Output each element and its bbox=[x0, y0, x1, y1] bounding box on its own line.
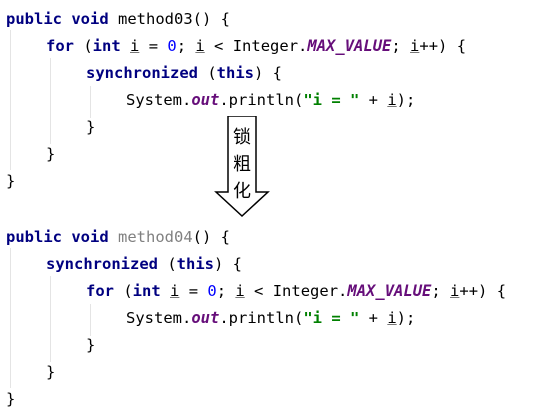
variable: i bbox=[410, 37, 420, 55]
keyword: public bbox=[6, 10, 62, 28]
code-line: synchronized (this) { bbox=[86, 62, 282, 84]
keyword: int bbox=[132, 282, 161, 300]
down-arrow: 锁粗化 bbox=[214, 115, 270, 218]
code-text: < Integer. bbox=[204, 37, 308, 55]
code-line: } bbox=[46, 361, 55, 383]
brace: } bbox=[6, 390, 16, 408]
string-literal: "i = " bbox=[303, 91, 360, 109]
brace: } bbox=[46, 145, 56, 163]
variable: i bbox=[387, 91, 397, 109]
constant: MAX_VALUE bbox=[307, 37, 392, 55]
code-text: ; bbox=[216, 282, 236, 300]
code-text: ); bbox=[396, 309, 416, 327]
arrow-label: 锁粗化 bbox=[233, 127, 251, 202]
keyword: synchronized bbox=[86, 64, 198, 82]
string-literal: "i = " bbox=[303, 309, 360, 327]
variable: i bbox=[195, 37, 205, 55]
code-text: System. bbox=[126, 91, 192, 109]
code-text: ); bbox=[396, 91, 416, 109]
code-line: System.out.println("i = " + i); bbox=[126, 89, 415, 111]
brace: } bbox=[46, 363, 56, 381]
code-line: } bbox=[6, 170, 15, 192]
code-text: < Integer. bbox=[244, 282, 348, 300]
code-line: synchronized (this) { bbox=[46, 253, 242, 275]
code-text: ) { bbox=[253, 64, 282, 82]
code-text: System. bbox=[126, 309, 192, 327]
keyword: int bbox=[92, 37, 121, 55]
variable: i bbox=[170, 282, 180, 300]
code-line: } bbox=[86, 116, 95, 138]
keyword: void bbox=[71, 228, 109, 246]
code-line: for (int i = 0; i < Integer.MAX_VALUE; i… bbox=[86, 280, 506, 302]
field: out bbox=[191, 309, 220, 327]
brace: } bbox=[86, 118, 96, 136]
code-text: ; bbox=[431, 282, 451, 300]
code-text: ++) { bbox=[419, 37, 467, 55]
code-text: + bbox=[359, 91, 388, 109]
indent-guide bbox=[90, 86, 91, 118]
indent-guide bbox=[90, 304, 91, 336]
keyword: public bbox=[6, 228, 62, 246]
code-text: .println( bbox=[219, 309, 304, 327]
brace: } bbox=[6, 172, 16, 190]
code-text: = bbox=[139, 37, 168, 55]
number-literal: 0 bbox=[207, 282, 217, 300]
indent-guide bbox=[50, 276, 51, 362]
method-name: method03 bbox=[118, 10, 193, 28]
code-text: ) { bbox=[213, 255, 242, 273]
indent-guide bbox=[10, 248, 11, 388]
keyword: for bbox=[86, 282, 114, 300]
number-literal: 0 bbox=[167, 37, 177, 55]
variable: i bbox=[130, 37, 140, 55]
code-line: public void method04() { bbox=[6, 226, 230, 248]
indent-guide bbox=[50, 58, 51, 144]
field: out bbox=[191, 91, 220, 109]
variable: i bbox=[450, 282, 460, 300]
code-text: ; bbox=[176, 37, 196, 55]
code-text: ++) { bbox=[459, 282, 507, 300]
code-text: ( bbox=[157, 255, 177, 273]
code-text: = bbox=[179, 282, 208, 300]
code-line: System.out.println("i = " + i); bbox=[126, 307, 415, 329]
variable: i bbox=[387, 309, 397, 327]
indent-guide bbox=[10, 30, 11, 170]
code-line: public void method03() { bbox=[6, 8, 230, 30]
code-text: ( bbox=[114, 282, 133, 300]
code-line: } bbox=[6, 388, 15, 410]
code-line: } bbox=[86, 334, 95, 356]
code-text: .println( bbox=[219, 91, 304, 109]
code-text: + bbox=[359, 309, 388, 327]
keyword: void bbox=[71, 10, 109, 28]
code-text: ( bbox=[74, 37, 93, 55]
code-text: ; bbox=[391, 37, 411, 55]
code-text: ( bbox=[197, 64, 217, 82]
keyword: synchronized bbox=[46, 255, 158, 273]
code-line: } bbox=[46, 143, 55, 165]
code-text: () { bbox=[192, 228, 230, 246]
keyword: for bbox=[46, 37, 74, 55]
code-text: () { bbox=[192, 10, 230, 28]
method-name: method04 bbox=[118, 228, 193, 246]
keyword: this bbox=[216, 64, 254, 82]
constant: MAX_VALUE bbox=[347, 282, 432, 300]
variable: i bbox=[235, 282, 245, 300]
code-line: for (int i = 0; i < Integer.MAX_VALUE; i… bbox=[46, 35, 466, 57]
keyword: this bbox=[176, 255, 214, 273]
brace: } bbox=[86, 336, 96, 354]
